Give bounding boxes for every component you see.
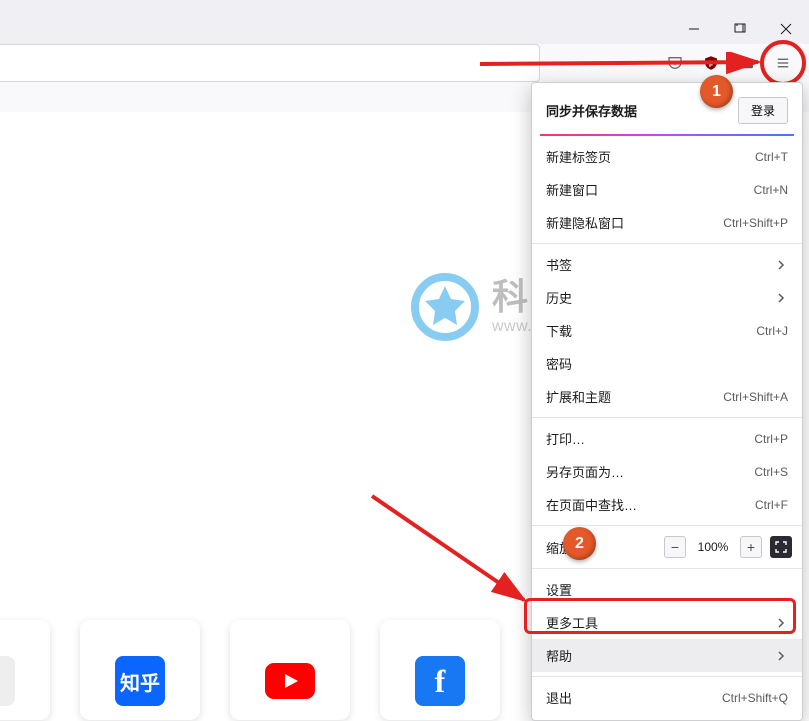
zoom-out-button[interactable]: − [664,536,686,558]
menu-item-new-window[interactable]: 新建窗口Ctrl+N [532,173,802,206]
chevron-right-icon [774,258,788,272]
accent-bar [540,134,794,136]
facebook-icon: f [415,656,465,706]
menu-item-print[interactable]: 打印…Ctrl+P [532,422,802,455]
address-bar[interactable] [0,44,540,82]
chevron-right-icon [774,616,788,630]
browser-toolbar: µ [0,44,809,82]
menu-item-more-tools[interactable]: 更多工具 [532,606,802,639]
zhihu-icon: 知乎 [115,656,165,706]
menu-item-new-private[interactable]: 新建隐私窗口Ctrl+Shift+P [532,206,802,239]
annotation-step-1: 1 [700,75,733,108]
menu-sync-title: 同步并保存数据 [546,101,637,120]
svg-text:µ: µ [709,60,713,67]
youtube-icon [265,656,315,706]
extension-icon[interactable] [729,48,765,78]
tile-generic[interactable] [0,620,50,720]
login-button[interactable]: 登录 [738,97,788,124]
window-titlebar [0,0,809,44]
window-close-button[interactable] [763,14,809,44]
app-menu-button[interactable] [765,48,801,78]
menu-item-addons[interactable]: 扩展和主题Ctrl+Shift+A [532,380,802,413]
tile-zhihu[interactable]: 知乎 [80,620,200,720]
menu-item-bookmarks[interactable]: 书签 [532,248,802,281]
fullscreen-button[interactable] [770,536,792,558]
annotation-step-2: 2 [563,527,596,560]
zoom-in-button[interactable]: + [740,536,762,558]
menu-item-save-as[interactable]: 另存页面为…Ctrl+S [532,455,802,488]
ublock-icon[interactable]: µ [693,48,729,78]
menu-item-new-tab[interactable]: 新建标签页Ctrl+T [532,140,802,173]
tile-facebook[interactable]: f [380,620,500,720]
menu-item-settings[interactable]: 设置 [532,573,802,606]
zoom-value: 100% [694,540,732,554]
menu-item-help[interactable]: 帮助 [532,639,802,672]
menu-item-passwords[interactable]: 密码 [532,347,802,380]
pocket-icon[interactable] [657,48,693,78]
app-menu-dropdown: 同步并保存数据 登录 新建标签页Ctrl+T 新建窗口Ctrl+N 新建隐私窗口… [531,82,803,721]
chevron-right-icon [774,649,788,663]
tile-youtube[interactable] [230,620,350,720]
window-minimize-button[interactable] [671,14,717,44]
top-sites-row: 知乎 f [0,620,500,720]
menu-item-find[interactable]: 在页面中查找…Ctrl+F [532,488,802,521]
menu-item-history[interactable]: 历史 [532,281,802,314]
menu-item-exit[interactable]: 退出Ctrl+Shift+Q [532,681,802,714]
chevron-right-icon [774,291,788,305]
window-maximize-button[interactable] [717,14,763,44]
watermark-logo-icon [410,272,480,342]
menu-item-downloads[interactable]: 下载Ctrl+J [532,314,802,347]
